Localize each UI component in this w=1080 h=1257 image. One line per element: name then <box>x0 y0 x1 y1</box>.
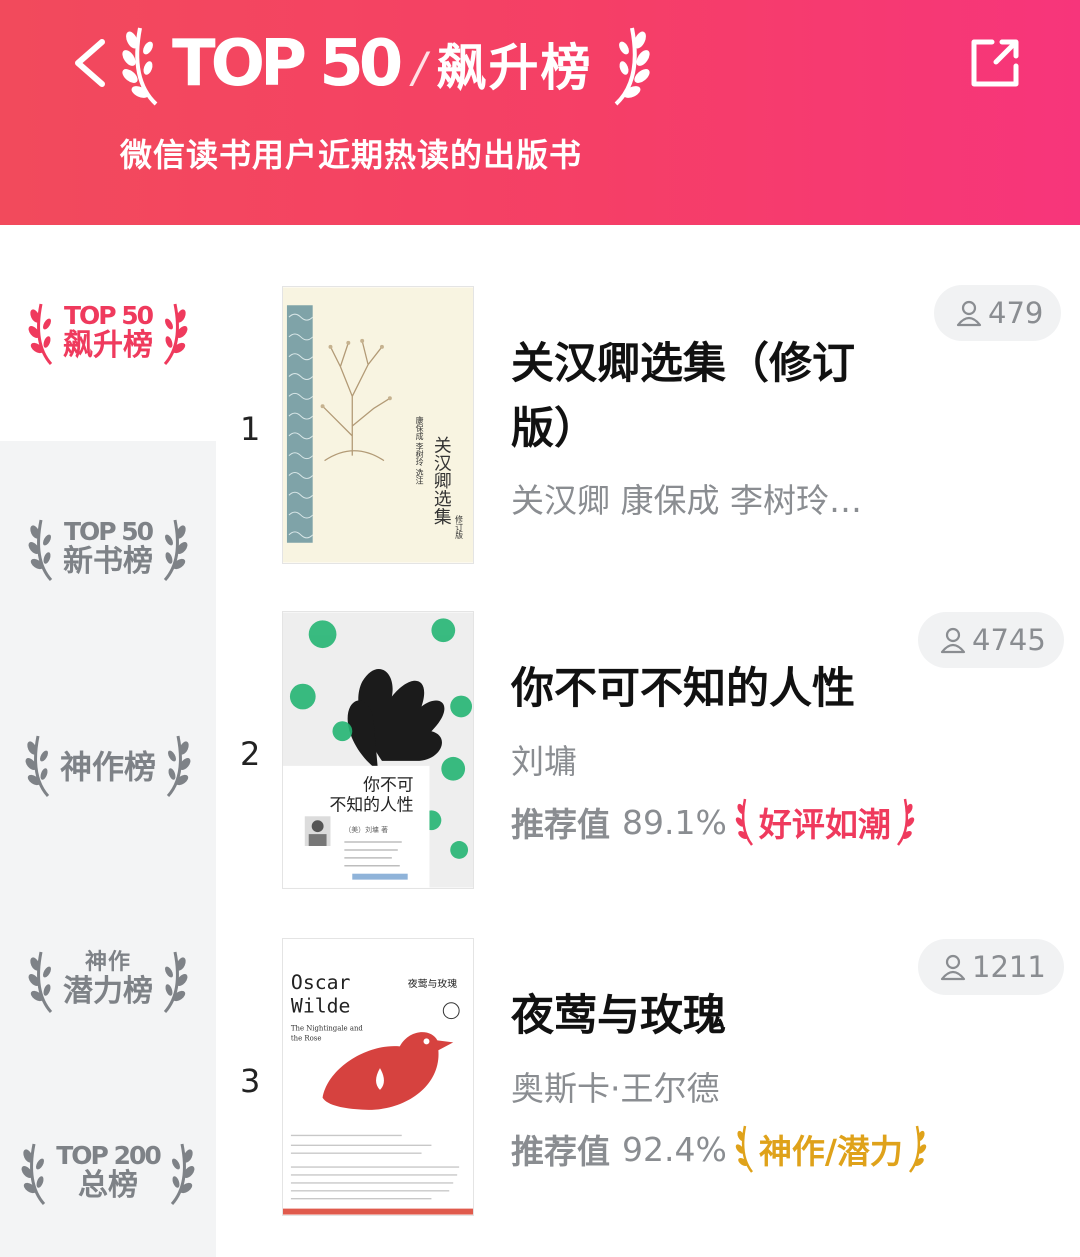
user-icon <box>940 954 966 981</box>
sidebar-item-new[interactable]: TOP 50 新书榜 <box>0 441 216 657</box>
book-cover-art: 关汉卿选集 修订版 康保成 李树玲 选注 <box>283 287 473 563</box>
reader-count: 1211 <box>972 950 1046 984</box>
book-cover-art: Oscar Wilde 夜莺与玫瑰 The Nightingale and th… <box>283 939 473 1215</box>
brand-logo: TOP 50 <box>172 27 403 101</box>
laurel-icon <box>893 795 915 849</box>
book-title[interactable]: 夜莺与玫瑰 <box>511 984 891 1049</box>
cover-title-line2: 不知的人性 <box>330 794 414 814</box>
sidebar-item-top-label: TOP 50 <box>63 300 154 330</box>
laurel-icon <box>157 946 189 1016</box>
sidebar-item-potential[interactable]: 神作 潜力榜 <box>0 873 216 1089</box>
cover-title-line1: 你不可 <box>363 775 413 795</box>
rating-tag: 神作/潜力 <box>735 1122 927 1176</box>
laurel-icon <box>160 730 192 800</box>
laurel-icon <box>905 1122 927 1176</box>
book-author: 关汉卿 康保成 李树玲… <box>511 481 862 520</box>
laurel-left-icon <box>118 20 168 108</box>
rating-tag-label: 神作/潜力 <box>758 1132 903 1171</box>
book-title[interactable]: 关汉卿选集（修订版） <box>511 332 891 461</box>
rating-tag: 好评如潮 <box>735 795 915 849</box>
laurel-icon <box>157 514 189 584</box>
page-subtitle: 微信读书用户近期热读的出版书 <box>120 136 583 174</box>
cover-title: 关汉卿选集 <box>431 436 452 525</box>
laurel-icon <box>27 298 59 368</box>
sidebar-item-label: 潜力榜 <box>63 974 153 1009</box>
rank-number: 2 <box>240 735 261 773</box>
laurel-icon <box>735 795 757 849</box>
reader-count-badge: 479 <box>934 285 1062 341</box>
book-list-item[interactable]: 3 Oscar Wilde 夜莺与玫瑰 The Nightingale and … <box>216 912 1080 1232</box>
cover-en-subtitle2: the Rose <box>291 1034 322 1042</box>
reader-count-badge: 4745 <box>918 612 1064 668</box>
cover-author-line2: Wilde <box>291 995 351 1018</box>
cover-author: （美）刘墉 著 <box>344 825 388 834</box>
book-cover[interactable]: 关汉卿选集 修订版 康保成 李树玲 选注 <box>282 286 474 564</box>
top-header: TOP 50 / 飙升榜 微信读书用户近期热读的出版书 <box>0 0 1080 225</box>
sidebar-item-top-label: TOP 50 <box>63 516 154 546</box>
cover-cn-title: 夜莺与玫瑰 <box>408 977 458 990</box>
recommendation-label: 推荐值 <box>511 805 610 844</box>
book-cover[interactable]: 你不可 不知的人性 （美）刘墉 著 <box>282 611 474 889</box>
sidebar-item-overall[interactable]: TOP 200 总榜 <box>0 1089 216 1257</box>
book-author: 刘墉 <box>511 742 577 781</box>
sidebar-item-top-label: TOP 200 <box>56 1140 162 1170</box>
sidebar-item-masterpiece[interactable]: 神作榜 <box>0 657 216 873</box>
laurel-icon <box>27 514 59 584</box>
cover-author-line1: Oscar <box>291 971 351 994</box>
share-button[interactable] <box>966 34 1024 92</box>
book-cover[interactable]: Oscar Wilde 夜莺与玫瑰 The Nightingale and th… <box>282 938 474 1216</box>
sidebar-item-top-label: 神作 <box>84 950 131 975</box>
laurel-icon <box>164 1138 196 1208</box>
user-icon <box>940 627 966 654</box>
book-cover-art: 你不可 不知的人性 （美）刘墉 著 <box>283 612 473 888</box>
laurel-right-icon <box>604 20 654 108</box>
ranking-title: TOP 50 / 飙升榜 <box>118 18 654 110</box>
laurel-icon <box>27 946 59 1016</box>
title-separator: / <box>412 42 427 92</box>
recommendation-label: 推荐值 <box>511 1132 610 1171</box>
chevron-left-icon <box>75 39 105 87</box>
external-share-icon <box>971 39 1019 87</box>
laurel-icon <box>20 1138 52 1208</box>
sidebar-item-label: 神作榜 <box>59 748 156 786</box>
book-title[interactable]: 你不可不知的人性 <box>511 657 891 722</box>
back-button[interactable] <box>66 36 116 90</box>
cover-subtitle: 修订版 <box>455 514 464 540</box>
rating-tag-label: 好评如潮 <box>758 805 891 844</box>
sidebar-item-label: 飙升榜 <box>63 327 153 363</box>
reader-count: 479 <box>988 296 1044 330</box>
recommendation-row: 推荐值 92.4% 神作/潜力 <box>511 1122 927 1176</box>
cover-en-subtitle1: The Nightingale and <box>291 1024 363 1032</box>
recommendation-value: 89.1% <box>622 802 727 842</box>
reader-count-badge: 1211 <box>918 939 1064 995</box>
reader-count: 4745 <box>972 623 1046 657</box>
rank-number: 3 <box>240 1062 261 1100</box>
cover-editors: 康保成 李树玲 选注 <box>415 415 424 485</box>
sidebar-item-label: 总榜 <box>78 1167 138 1203</box>
rank-number: 1 <box>240 410 261 448</box>
page-title: 飙升榜 <box>436 39 593 97</box>
recommendation-value: 92.4% <box>622 1129 727 1169</box>
book-author: 奥斯卡·王尔德 <box>511 1069 720 1108</box>
laurel-icon <box>157 298 189 368</box>
sidebar-item-label: 新书榜 <box>63 543 153 579</box>
ranking-sidebar: TOP 50 飙升榜 TOP 50 新书榜 神作榜 神作 潜力榜 TOP 200… <box>0 225 216 1257</box>
laurel-icon <box>24 730 56 800</box>
book-list-item[interactable]: 2 你不可 不知的人性 （美）刘墉 著 你不可不知的人性 刘墉 推荐值 89.1… <box>216 585 1080 905</box>
laurel-icon <box>735 1122 757 1176</box>
sidebar-item-rising[interactable]: TOP 50 飙升榜 <box>0 225 216 441</box>
book-list-item[interactable]: 1 关汉卿选集 修订版 康保成 李树玲 选注 关汉卿选集（修订版） 关汉卿 康保… <box>216 260 1080 580</box>
user-icon <box>956 300 982 327</box>
recommendation-row: 推荐值 89.1% 好评如潮 <box>511 795 915 849</box>
